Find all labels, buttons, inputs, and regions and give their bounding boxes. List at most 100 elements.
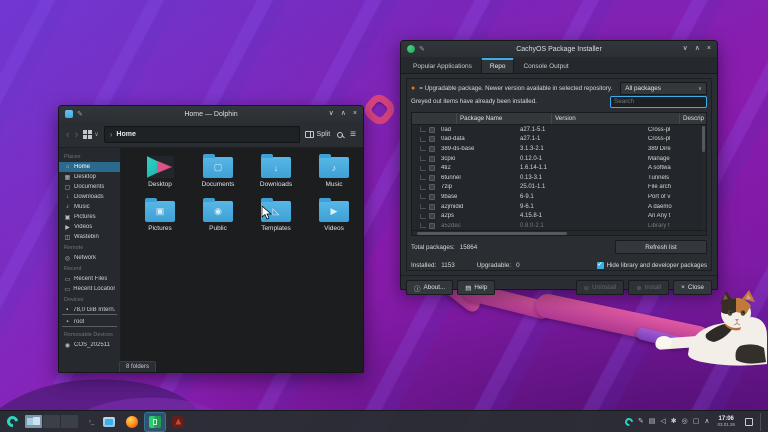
sidebar-item-downloads[interactable]: ↓ Downloads <box>59 192 120 202</box>
tray-network-icon[interactable]: ◎ <box>682 411 688 432</box>
row-checkbox[interactable] <box>429 165 435 172</box>
column-header-description[interactable]: Descrip <box>679 113 706 124</box>
package-search-input[interactable] <box>610 95 707 108</box>
install-button[interactable]: ⊕ Install <box>628 280 670 295</box>
folder-downloads[interactable]: ↓ Downloads <box>247 154 305 198</box>
task-system-monitor[interactable] <box>168 413 188 431</box>
tray-input-icon[interactable]: ✎ <box>638 411 644 432</box>
table-row[interactable]: 4ti2 1.6.14-1.1 A softwa <box>412 163 706 173</box>
search-icon[interactable] <box>337 131 344 138</box>
installer-titlebar[interactable]: ✎ CachyOS Package Installer ∨ ∧ × <box>401 41 717 57</box>
back-icon[interactable]: ‹ <box>66 125 70 145</box>
close-icon[interactable]: × <box>707 41 711 57</box>
sidebar-item-home[interactable]: ⌂ Home <box>59 162 120 172</box>
column-header-version[interactable]: Version <box>551 113 679 124</box>
refresh-list-button[interactable]: Refresh list <box>615 240 707 254</box>
sidebar-item-documents[interactable]: ▢ Documents <box>59 182 120 192</box>
minimize-icon[interactable]: ∨ <box>329 106 334 122</box>
task-dolphin[interactable] <box>99 413 119 431</box>
sidebar-item-network[interactable]: ◎ Network <box>59 253 120 263</box>
minimize-icon[interactable]: ∨ <box>683 41 688 57</box>
breadcrumb[interactable]: › Home <box>103 126 300 143</box>
row-checkbox[interactable] <box>429 136 435 143</box>
tray-windows-icon[interactable]: ▢ <box>693 411 700 432</box>
menu-icon[interactable]: ≡ <box>350 129 356 140</box>
breadcrumb-location[interactable]: Home <box>116 131 135 138</box>
row-checkbox[interactable] <box>429 203 435 210</box>
row-checkbox[interactable] <box>429 126 435 133</box>
app-launcher-button[interactable] <box>4 413 20 430</box>
close-button[interactable]: × Close <box>673 280 712 295</box>
row-checkbox[interactable] <box>429 222 435 229</box>
column-header-name[interactable]: Package Name <box>456 113 551 124</box>
row-checkbox[interactable] <box>429 193 435 200</box>
dolphin-folder-view[interactable]: Desktop ▢ Documents ↓ Downloads ♪ Music ▣ Pictur… <box>121 148 363 372</box>
sidebar-item-wastebin[interactable]: ◫ Wastebin <box>59 232 120 242</box>
tab-console-output[interactable]: Console Output <box>515 60 576 73</box>
sidebar-item-78-0-gib-intern[interactable]: ▪ 78,0 GiB Intern… <box>62 305 117 315</box>
uninstall-button[interactable]: ⊖ Uninstall <box>575 280 625 295</box>
about-button[interactable]: ⓘ About... <box>406 280 454 295</box>
pin-icon[interactable]: ✎ <box>419 45 425 53</box>
table-row[interactable]: 9base 6-9.1 Port of v <box>412 192 706 202</box>
table-row[interactable]: 6tunnel 0.13-3.1 Tunnels <box>412 173 706 183</box>
package-table[interactable]: Package Name Version Descrip 0ad a27.1-5.… <box>411 112 707 236</box>
row-checkbox[interactable] <box>429 184 435 191</box>
task-package-installer[interactable] <box>144 411 167 432</box>
sidebar-item-desktop[interactable]: ▦ Desktop <box>59 172 120 182</box>
row-checkbox[interactable] <box>429 155 435 162</box>
sidebar-item-recent-files[interactable]: ▭ Recent Files <box>59 274 120 284</box>
folder-templates[interactable]: ◺ Templates <box>247 198 305 242</box>
sidebar-item-music[interactable]: ♪ Music <box>59 202 120 212</box>
peek-desktop-icon[interactable] <box>745 417 753 426</box>
tab-repo[interactable]: Repo <box>480 58 515 73</box>
cachyos-tray-icon[interactable] <box>623 415 635 428</box>
maximize-icon[interactable]: ∧ <box>341 106 346 122</box>
task-firefox[interactable] <box>122 413 142 431</box>
hide-library-checkbox[interactable]: ✓ Hide library and developer packages <box>596 261 707 269</box>
tray-volume-icon[interactable]: ◁ <box>660 411 665 432</box>
forward-icon[interactable]: › <box>75 125 79 145</box>
pager-desktop-1[interactable] <box>25 415 42 428</box>
pager-desktop-2[interactable] <box>43 415 60 428</box>
table-row[interactable]: a2jmidid 9-6.1 A daemo <box>412 202 706 212</box>
dolphin-titlebar[interactable]: ✎ Home — Dolphin ∨ ∧ × <box>59 106 363 122</box>
table-row[interactable]: 389-ds-base 3.1.3-2.1 389 Dire <box>412 144 706 154</box>
folder-public[interactable]: ◉ Public <box>189 198 247 242</box>
folder-desktop[interactable]: Desktop <box>131 154 189 198</box>
maximize-icon[interactable]: ∧ <box>695 41 700 57</box>
show-desktop-button[interactable] <box>760 412 764 431</box>
close-icon[interactable]: × <box>353 106 357 122</box>
clock[interactable]: 17:06 03.01.26 <box>717 416 735 428</box>
sidebar-item-cos-202511[interactable]: ◉ COS_202511 <box>59 340 120 350</box>
table-row[interactable]: 0ad-data a27.1-1 Cross-pl <box>412 135 706 145</box>
sidebar-item-pictures[interactable]: ▣ Pictures <box>59 212 120 222</box>
table-row[interactable]: 7zip 25.01-1.1 File arch <box>412 183 706 193</box>
table-row[interactable]: a2ps 4.15.8-1 An Any t <box>412 211 706 221</box>
horizontal-scrollbar[interactable] <box>412 230 706 235</box>
folder-videos[interactable]: ▶ Videos <box>305 198 363 242</box>
terminal-icon[interactable]: ›_ <box>89 419 94 425</box>
help-button[interactable]: ▤ Help <box>457 280 496 295</box>
column-header-select[interactable] <box>412 113 456 124</box>
split-button[interactable]: Split <box>304 131 330 138</box>
sidebar-item-root[interactable]: ▪ root <box>62 317 117 327</box>
tray-brightness-icon[interactable]: ✱ <box>671 411 677 432</box>
row-checkbox[interactable] <box>429 145 435 152</box>
table-row[interactable]: 0ad a27.1-5.1 Cross-pl <box>412 125 706 135</box>
sidebar-item-recent-locations[interactable]: ▭Recent Locations <box>59 284 120 294</box>
view-mode-button[interactable]: ∨ <box>83 130 99 139</box>
tab-popular-applications[interactable]: Popular Applications <box>405 60 480 73</box>
row-checkbox[interactable] <box>429 213 435 220</box>
package-filter-dropdown[interactable]: All packages ∨ <box>620 82 707 95</box>
sidebar-item-videos[interactable]: ▶ Videos <box>59 222 120 232</box>
pager-desktop-3[interactable] <box>61 415 78 428</box>
table-header[interactable]: Package Name Version Descrip <box>412 113 706 125</box>
pin-icon[interactable]: ✎ <box>77 110 83 118</box>
tray-clipboard-icon[interactable]: ▤ <box>649 411 656 432</box>
row-checkbox[interactable] <box>429 174 435 181</box>
folder-pictures[interactable]: ▣ Pictures <box>131 198 189 242</box>
folder-music[interactable]: ♪ Music <box>305 154 363 198</box>
table-row[interactable]: 3cpio 0.12.0-1 Manage <box>412 154 706 164</box>
vertical-scrollbar[interactable] <box>702 126 705 230</box>
